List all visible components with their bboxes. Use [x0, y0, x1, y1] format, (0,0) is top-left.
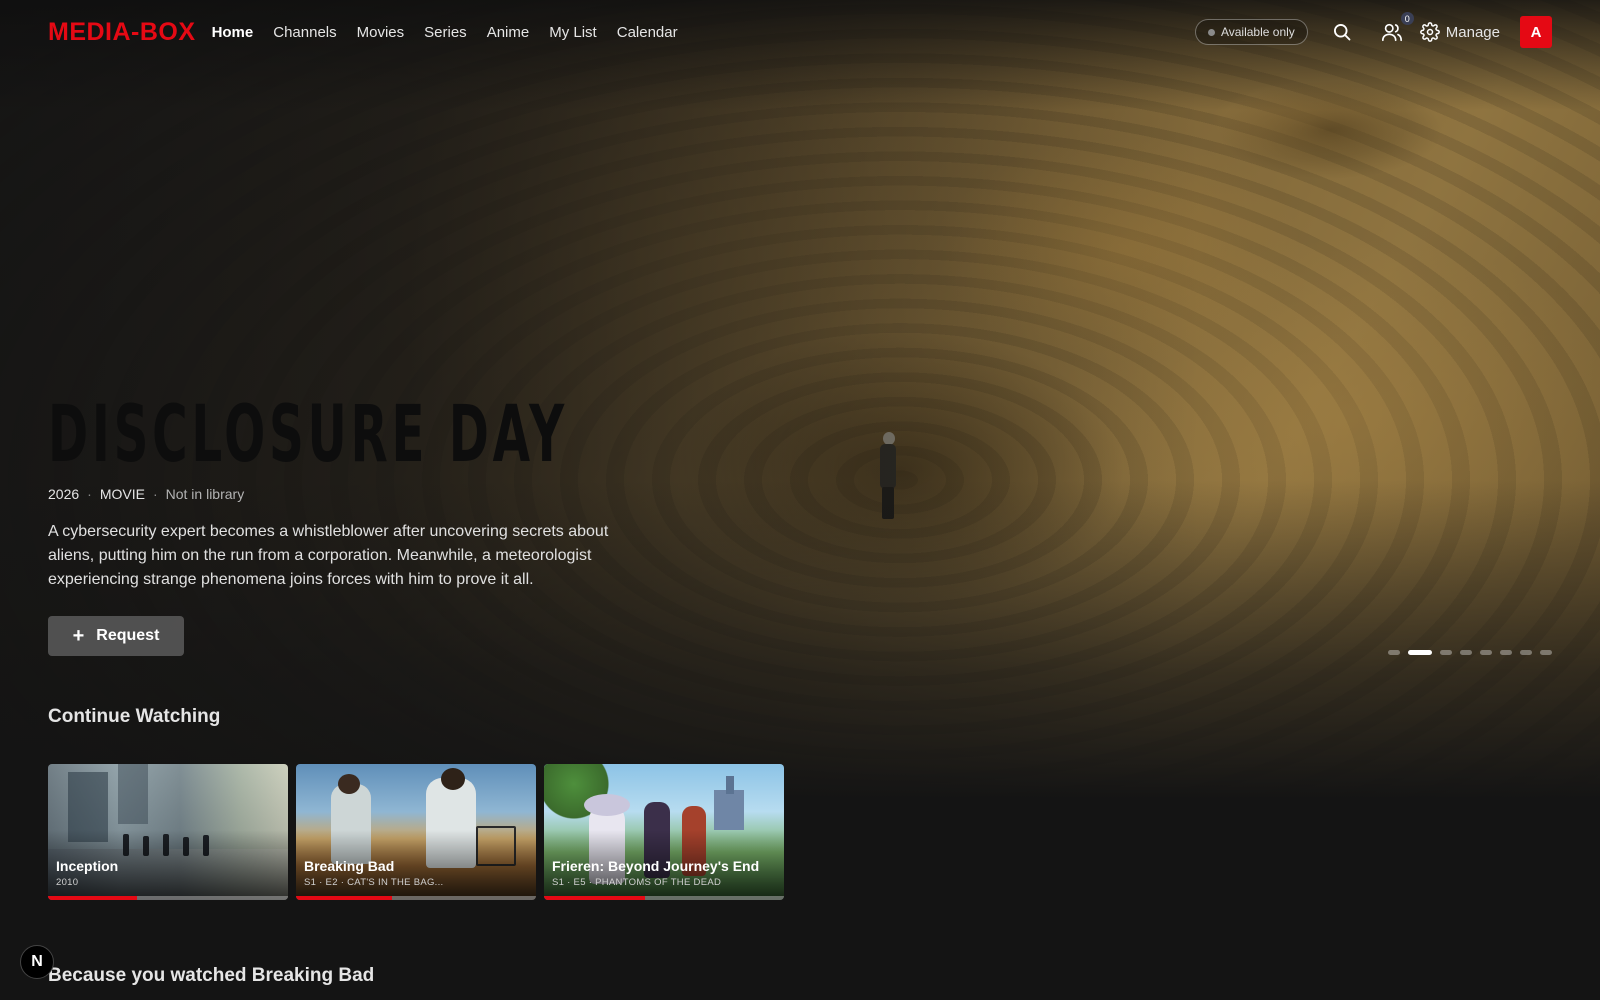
progress-bar [48, 896, 288, 900]
nav-calendar[interactable]: Calendar [617, 24, 678, 41]
plus-icon: + [72, 625, 85, 647]
nav-movies[interactable]: Movies [357, 24, 405, 41]
carousel-dot-active[interactable] [1408, 650, 1432, 655]
progress-fill [544, 896, 645, 900]
users-icon [1381, 23, 1402, 42]
availability-filter-toggle[interactable]: Available only [1194, 19, 1308, 45]
nav-series[interactable]: Series [424, 24, 467, 41]
carousel-dot[interactable] [1440, 650, 1452, 655]
nav-home[interactable]: Home [212, 24, 254, 41]
meta-separator: · [152, 486, 158, 502]
main-nav: Home Channels Movies Series Anime My Lis… [212, 24, 678, 41]
hero-meta: 2026 · MOVIE · Not in library [48, 486, 244, 502]
progress-fill [48, 896, 137, 900]
dev-tools-button[interactable]: N [20, 945, 54, 979]
search-button[interactable] [1330, 20, 1354, 44]
progress-bar [296, 896, 536, 900]
header-actions: Available only 0 Manage A [1194, 12, 1552, 48]
requests-count-badge: 0 [1400, 12, 1414, 25]
user-avatar[interactable]: A [1520, 16, 1552, 48]
carousel-dot[interactable] [1388, 650, 1400, 655]
continue-watching-card[interactable]: Breaking Bad S1 · E2 · CAT'S IN THE BAG.… [296, 764, 536, 900]
because-you-watched-heading: Because you watched Breaking Bad [48, 965, 375, 986]
request-button[interactable]: + Request [48, 616, 184, 656]
nav-my-list[interactable]: My List [549, 24, 597, 41]
hero-title: DISCLOSURE DAY [48, 390, 568, 480]
gear-icon [1419, 22, 1440, 42]
app-logo[interactable]: MEDIA-BOX [48, 18, 196, 47]
hero-carousel-dots [1388, 650, 1552, 655]
continue-watching-card[interactable]: Inception 2010 [48, 764, 288, 900]
card-title: Inception [56, 858, 119, 874]
nav-anime[interactable]: Anime [487, 24, 530, 41]
progress-bar [544, 896, 784, 900]
hero-year: 2026 [48, 486, 80, 502]
nav-channels[interactable]: Channels [273, 24, 336, 41]
meta-separator: · [87, 486, 92, 502]
manage-label: Manage [1445, 23, 1500, 41]
card-subtitle: S1 · E2 · CAT'S IN THE BAG... [304, 877, 444, 888]
top-navbar: MEDIA-BOX Home Channels Movies Series An… [0, 0, 1600, 64]
progress-fill [296, 896, 392, 900]
continue-watching-card[interactable]: Frieren: Beyond Journey's End S1 · E5 · … [544, 764, 784, 900]
carousel-dot[interactable] [1540, 650, 1552, 655]
hero-library-status: Not in library [165, 486, 245, 502]
search-icon [1333, 24, 1351, 41]
continue-watching-heading: Continue Watching [48, 706, 221, 727]
availability-status-dot [1207, 28, 1215, 36]
carousel-dot[interactable] [1500, 650, 1512, 655]
availability-filter-label: Available only [1220, 25, 1295, 39]
hero-type: MOVIE [99, 486, 145, 502]
carousel-dot[interactable] [1480, 650, 1492, 655]
card-subtitle: S1 · E5 · PHANTOMS OF THE DEAD [552, 877, 722, 888]
card-title: Breaking Bad [304, 858, 395, 874]
carousel-dot[interactable] [1520, 650, 1532, 655]
carousel-dot[interactable] [1460, 650, 1472, 655]
continue-watching-row: Inception 2010 Breaking Bad S1 · E2 · CA… [48, 764, 784, 900]
requests-button[interactable]: 0 [1380, 12, 1414, 44]
request-label: Request [96, 627, 160, 644]
manage-button[interactable]: Manage [1419, 22, 1500, 42]
hero-description: A cybersecurity expert becomes a whistle… [48, 523, 609, 588]
card-subtitle: 2010 [56, 877, 79, 888]
card-title: Frieren: Beyond Journey's End [552, 858, 760, 874]
